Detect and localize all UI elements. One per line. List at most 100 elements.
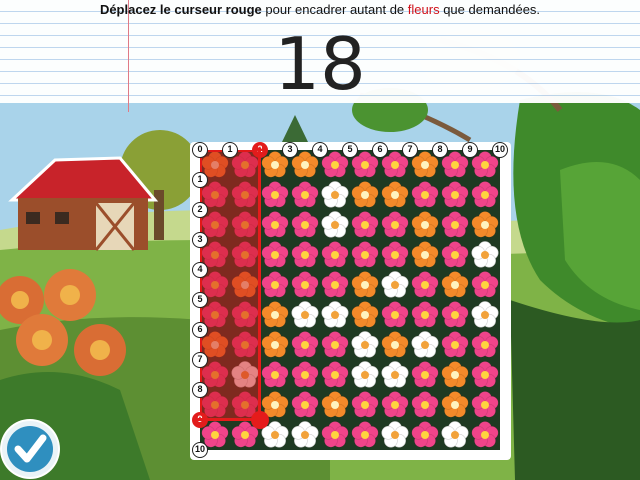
column-label: 5 (342, 142, 358, 158)
row-label: 2 (192, 202, 208, 218)
flower-pink (350, 240, 380, 270)
flower-pink (470, 330, 500, 360)
flower-pink (320, 420, 350, 450)
flower-white (470, 240, 500, 270)
flower-pink (470, 180, 500, 210)
flower-white (470, 300, 500, 330)
flower-orange (350, 180, 380, 210)
flower-pink (470, 390, 500, 420)
flower-pink (410, 420, 440, 450)
flower-pink (290, 360, 320, 390)
flower-orange (440, 360, 470, 390)
flower-pink (380, 300, 410, 330)
flower-orange (410, 240, 440, 270)
flower-pink (290, 270, 320, 300)
game-scene: Déplacez le curseur rouge pour encadrer … (0, 0, 640, 480)
column-label: 1 (222, 142, 238, 158)
instruction-middle: pour encadrer autant de (261, 2, 408, 17)
row-label: 10 (192, 442, 208, 458)
flower-orange (350, 300, 380, 330)
column-label: 8 (432, 142, 448, 158)
flower-orange (380, 180, 410, 210)
flower-pink (320, 270, 350, 300)
flower-pink (260, 210, 290, 240)
flower-pink (290, 330, 320, 360)
flower-orange (410, 210, 440, 240)
row-label: 1 (192, 172, 208, 188)
column-label: 7 (402, 142, 418, 158)
flower-white (320, 180, 350, 210)
cursor-drag-handle[interactable] (251, 411, 269, 429)
flower-pink (290, 180, 320, 210)
flower-orange (260, 330, 290, 360)
row-label: 5 (192, 292, 208, 308)
flower-pink (350, 390, 380, 420)
flower-pink (350, 210, 380, 240)
row-label: 4 (192, 262, 208, 278)
validate-button-face (7, 426, 53, 472)
selection-rectangle[interactable] (200, 150, 260, 420)
flower-pink (380, 240, 410, 270)
flower-pink (470, 360, 500, 390)
flower-orange (320, 390, 350, 420)
column-label: 6 (372, 142, 388, 158)
row-label: 6 (192, 322, 208, 338)
flower-white (380, 420, 410, 450)
flower-pink (440, 300, 470, 330)
flower-pink (440, 210, 470, 240)
flower-pink (410, 270, 440, 300)
flower-orange (350, 270, 380, 300)
flower-orange (380, 330, 410, 360)
flower-pink (440, 330, 470, 360)
target-number: 18 (274, 22, 366, 106)
instruction-highlight: fleurs (407, 2, 440, 17)
row-label: 3 (192, 232, 208, 248)
flower-white (290, 300, 320, 330)
column-label: 0 (192, 142, 208, 158)
flower-pink (410, 300, 440, 330)
cursor-right-edge (258, 148, 261, 420)
validate-button[interactable] (2, 421, 58, 477)
row-label: 8 (192, 382, 208, 398)
instruction-bold: Déplacez le curseur rouge (99, 2, 262, 17)
flower-orange (440, 390, 470, 420)
flower-pink (260, 180, 290, 210)
flower-orange (470, 210, 500, 240)
flower-white (380, 270, 410, 300)
instruction-end: que demandées. (439, 2, 541, 17)
flower-white (410, 330, 440, 360)
flower-white (350, 330, 380, 360)
flower-white (320, 210, 350, 240)
flower-pink (290, 390, 320, 420)
column-label: 9 (462, 142, 478, 158)
flower-pink (350, 420, 380, 450)
flower-pink (440, 240, 470, 270)
flower-orange (260, 300, 290, 330)
flower-pink (290, 240, 320, 270)
flower-pink (260, 270, 290, 300)
flower-pink (290, 210, 320, 240)
flower-white (380, 360, 410, 390)
flower-pink (380, 210, 410, 240)
flower-pink (320, 330, 350, 360)
checkmark-icon (14, 434, 47, 463)
flower-white (350, 360, 380, 390)
flower-pink (260, 360, 290, 390)
column-label: 3 (282, 142, 298, 158)
flower-pink (320, 360, 350, 390)
column-label: 10 (492, 142, 508, 158)
flower-white (290, 420, 320, 450)
flower-white (440, 420, 470, 450)
flower-pink (410, 180, 440, 210)
column-label: 4 (312, 142, 328, 158)
flower-orange (440, 270, 470, 300)
flower-pink (470, 420, 500, 450)
row-label: 7 (192, 352, 208, 368)
flower-pink (410, 390, 440, 420)
flower-pink (470, 270, 500, 300)
flower-pink (380, 390, 410, 420)
flower-white (320, 300, 350, 330)
instruction-text: Déplacez le curseur rouge pour encadrer … (0, 2, 640, 17)
flower-pink (260, 240, 290, 270)
flower-pink (320, 240, 350, 270)
